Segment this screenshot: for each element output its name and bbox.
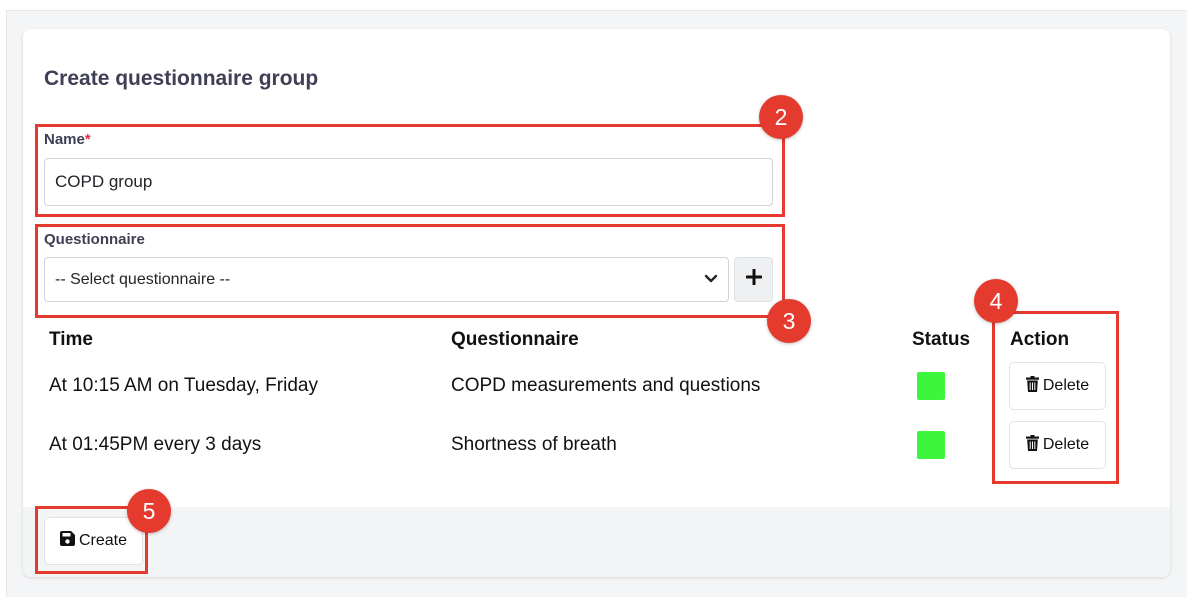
annotation-badge: 5 [127,489,171,533]
annotation-badge: 2 [759,95,803,139]
col-header-questionnaire: Questionnaire [451,329,579,350]
row-time: At 01:45PM every 3 days [49,434,262,455]
save-icon [59,531,75,551]
card-title: Create questionnaire group [44,67,319,90]
annotation-badge: 3 [767,299,811,343]
chevron-down-icon [704,271,718,289]
col-header-action: Action [1010,329,1070,350]
annotation-badge: 4 [974,279,1018,323]
questionnaire-select[interactable]: -- Select questionnaire -- [44,257,729,302]
delete-button[interactable]: Delete [1009,362,1106,410]
create-label: Create [78,532,128,549]
name-input[interactable]: COPD group [44,158,773,206]
status-indicator [917,431,945,459]
plus-icon [745,268,762,290]
row-questionnaire: Shortness of breath [451,434,617,455]
name-input-value: COPD group [55,172,153,191]
trash-icon [1025,375,1039,397]
name-label-text: Name [44,131,85,148]
trash-icon [1025,434,1039,456]
col-header-time: Time [49,329,94,350]
questionnaire-select-value: -- Select questionnaire -- [55,270,231,288]
add-questionnaire-button[interactable] [734,257,773,302]
delete-label: Delete [1042,436,1090,453]
delete-label: Delete [1042,377,1090,394]
questionnaire-label: Questionnaire [44,231,145,248]
status-indicator [917,372,945,400]
row-questionnaire: COPD measurements and questions [451,375,761,396]
delete-button[interactable]: Delete [1009,421,1106,469]
required-mark: * [84,131,91,148]
col-header-status: Status [912,329,971,350]
row-time: At 10:15 AM on Tuesday, Friday [49,375,318,396]
name-label: Name* [44,131,91,148]
create-button[interactable]: Create [44,517,143,565]
card-footer [23,507,1170,577]
